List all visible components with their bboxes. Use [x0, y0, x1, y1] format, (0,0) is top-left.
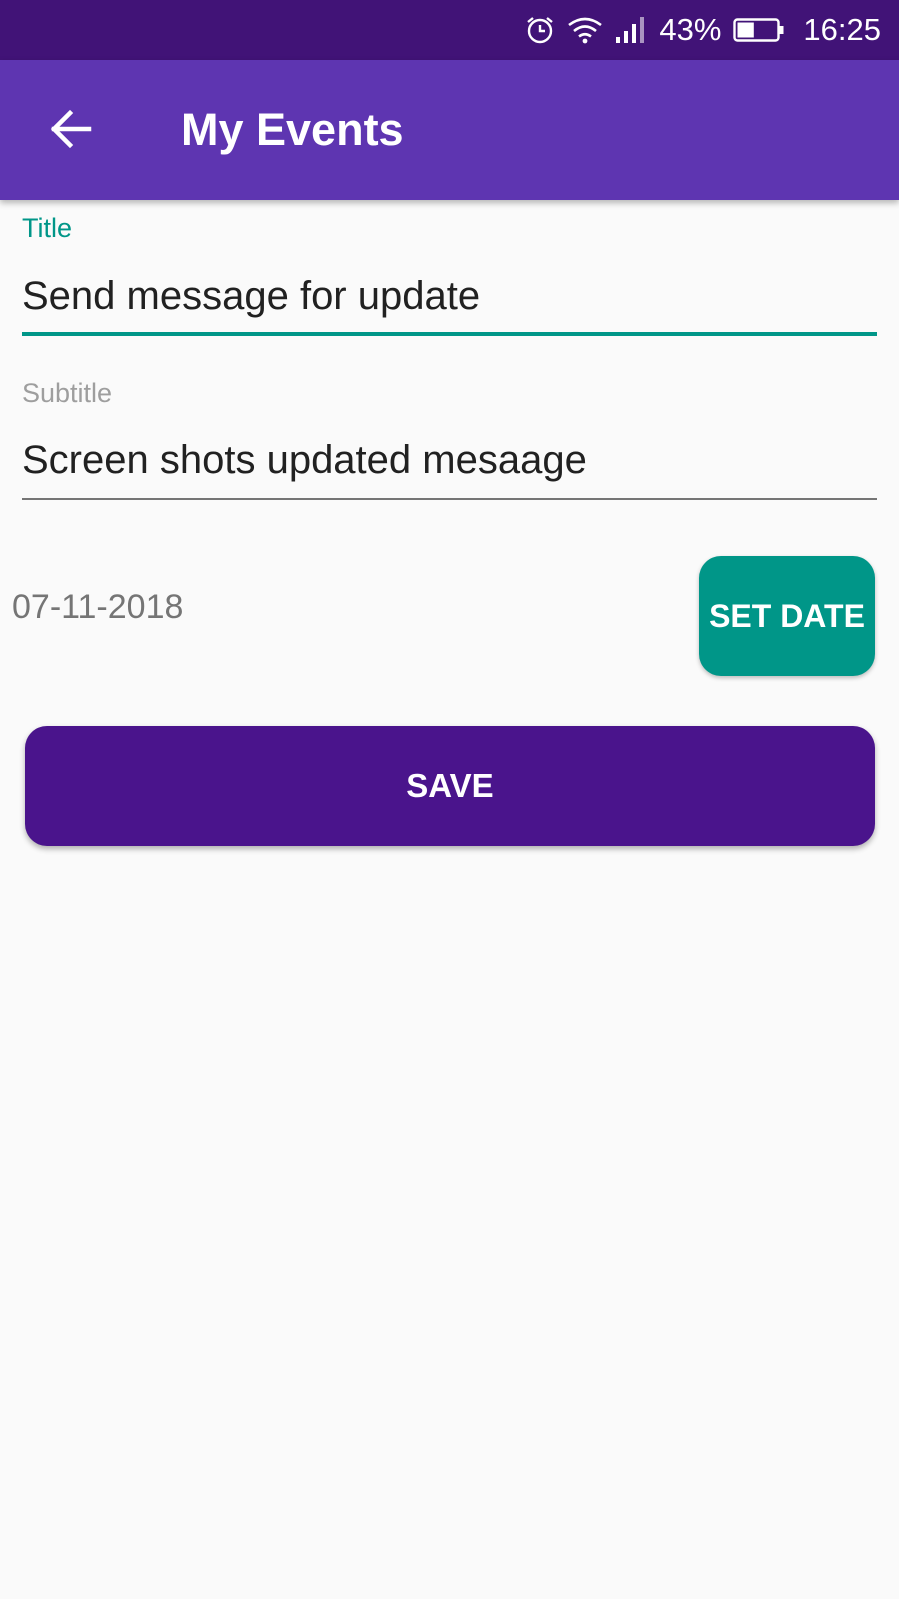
app-bar: My Events [0, 60, 899, 200]
date-display: 07-11-2018 [12, 588, 184, 626]
title-underline [22, 332, 877, 336]
battery-percent: 43% [659, 12, 722, 47]
title-field: Title [22, 212, 877, 336]
subtitle-underline [22, 498, 877, 500]
status-icons: 43% 16:25 [525, 0, 881, 60]
battery-icon [733, 17, 785, 43]
title-input[interactable] [22, 266, 877, 326]
signal-icon [615, 16, 647, 44]
title-label: Title [22, 213, 73, 243]
subtitle-label: Subtitle [22, 378, 113, 408]
clock: 16:25 [803, 12, 881, 47]
wifi-icon [567, 16, 603, 44]
arrow-back-icon [49, 109, 93, 154]
alarm-icon [525, 15, 555, 45]
status-bar: 43% 16:25 [0, 0, 899, 60]
save-button[interactable]: SAVE [25, 726, 875, 846]
subtitle-input[interactable] [22, 430, 877, 490]
back-button[interactable] [40, 100, 102, 162]
page-title: My Events [181, 104, 404, 155]
subtitle-field: Subtitle [22, 377, 877, 500]
set-date-button[interactable]: SET DATE [699, 556, 875, 676]
